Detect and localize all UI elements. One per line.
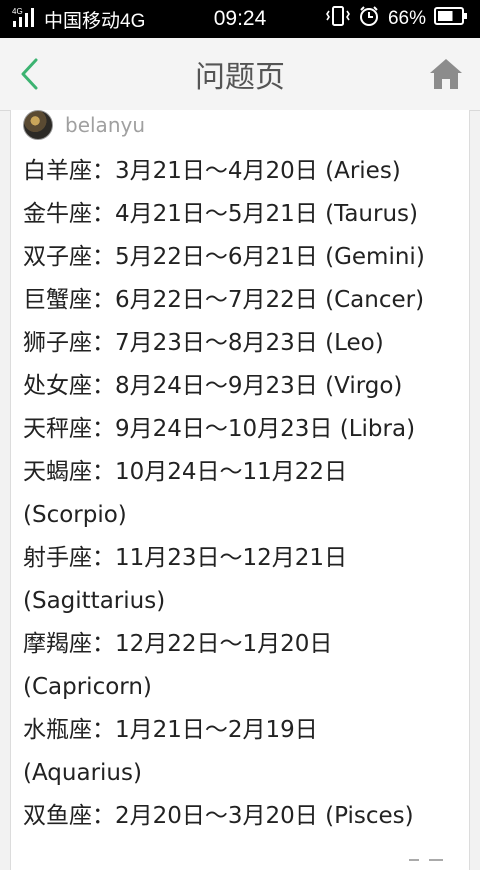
answer-line: (Aquarius) xyxy=(23,760,142,786)
answer-line: 天秤座：9月24日～10月23日 (Libra) xyxy=(23,416,416,442)
status-bar: 4G 中国移动4G 09:24 66% xyxy=(0,0,480,38)
answer-line: 处女座：8月24日～9月23日 (Virgo) xyxy=(23,373,403,399)
answer-line: 摩羯座：12月22日～1月20日 xyxy=(23,631,333,657)
more-hint[interactable] xyxy=(407,849,447,870)
vibrate-icon xyxy=(326,5,350,33)
answer-line: 水瓶座：1月21日～2月19日 xyxy=(23,717,318,743)
ellipsis-icon xyxy=(409,859,443,861)
nav-bar: 问题页 xyxy=(0,38,480,111)
answer-line: 巨蟹座：6月22日～7月22日 (Cancer) xyxy=(23,287,425,313)
answer-line: (Sagittarius) xyxy=(23,588,166,614)
answer-card: belanyu 白羊座：3月21日～4月20日 (Aries) 金牛座：4月21日… xyxy=(10,110,470,870)
battery-fill xyxy=(438,11,453,21)
battery-icon xyxy=(434,6,468,32)
answer-line: 狮子座：7月23日～8月23日 (Leo) xyxy=(23,330,384,356)
answer-line: 白羊座：3月21日～4月20日 (Aries) xyxy=(23,158,401,184)
answer-body: 白羊座：3月21日～4月20日 (Aries) 金牛座：4月21日～5月21日 (… xyxy=(23,150,463,838)
alarm-icon xyxy=(358,5,380,33)
author-name[interactable]: belanyu xyxy=(65,113,145,137)
answer-line: 双鱼座：2月20日～3月20日 (Pisces) xyxy=(23,803,414,829)
battery-percent: 66% xyxy=(387,8,426,29)
home-button[interactable] xyxy=(426,54,466,94)
answer-line: 金牛座：4月21日～5月21日 (Taurus) xyxy=(23,201,418,227)
avatar[interactable] xyxy=(23,110,53,140)
page-title: 问题页 xyxy=(195,60,285,95)
answer-line: (Scorpio) xyxy=(23,502,127,528)
answer-line: 射手座：11月23日～12月21日 xyxy=(23,545,348,571)
answer-line: 双子座：5月22日～6月21日 (Gemini) xyxy=(23,244,425,270)
answer-line: 天蝎座：10月24日～11月22日 xyxy=(23,459,348,485)
answer-author[interactable]: belanyu xyxy=(23,110,145,140)
home-icon xyxy=(430,59,462,89)
answer-line: (Capricorn) xyxy=(23,674,152,700)
status-right: 66% xyxy=(326,0,468,38)
